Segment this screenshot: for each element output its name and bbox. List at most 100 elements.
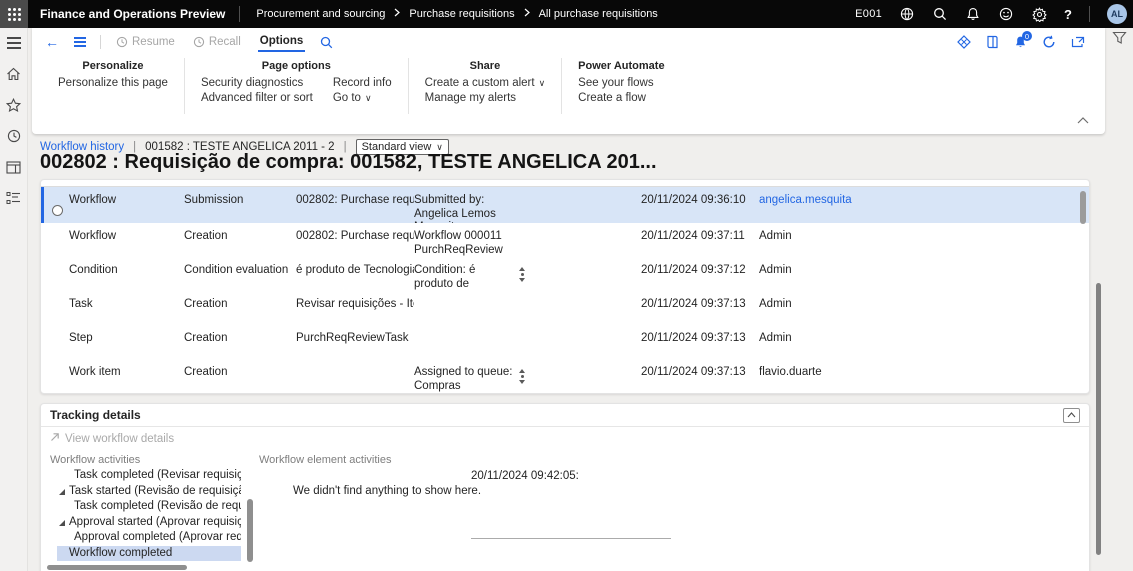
grid-scrollbar-thumb[interactable]: [1080, 191, 1086, 224]
table-row[interactable]: Step Creation PurchReqReviewTask 20/11/2…: [41, 325, 1089, 359]
nav-list-icon[interactable]: [68, 37, 92, 47]
notification-badge: 0: [1022, 31, 1032, 41]
help-icon[interactable]: ?: [1064, 7, 1072, 22]
tree-item[interactable]: Task completed (Revisar requisições - It…: [57, 468, 241, 484]
recall-label: Recall: [209, 36, 241, 48]
chevron-down-icon: ∨: [365, 93, 372, 104]
refresh-icon[interactable]: [1042, 35, 1056, 49]
detail-scroll-control[interactable]: [519, 369, 525, 384]
grid-scrollbar[interactable]: [1080, 189, 1086, 387]
settings-gear-icon[interactable]: [1031, 6, 1047, 22]
ribbon-group-personalize: Personalize Personalize this page: [42, 58, 185, 114]
cell-date: 20/11/2024 09:37:11: [641, 223, 759, 257]
command-search-icon[interactable]: [315, 36, 338, 49]
home-icon[interactable]: [6, 66, 22, 82]
tree-scrollbar-vertical[interactable]: [247, 499, 253, 562]
divider: [1089, 6, 1090, 22]
see-your-flows-button[interactable]: See your flows: [578, 77, 653, 89]
workflow-activities-label: Workflow activities: [50, 454, 140, 466]
chevron-right-icon: [524, 8, 530, 20]
tab-options[interactable]: Options: [252, 30, 311, 54]
cell-name: 002802: Purchase requisiti...: [296, 187, 414, 223]
cell-date: 20/11/2024 09:37:12: [641, 257, 759, 291]
tracking-details-panel: Tracking details View workflow details W…: [40, 403, 1090, 571]
go-to-button[interactable]: Go to ∨: [333, 92, 392, 104]
cell-name: 002802: Purchase requisiti...: [296, 223, 414, 257]
cell-action: Submission: [184, 187, 296, 223]
tree-expander-icon[interactable]: [59, 520, 65, 526]
tree-item[interactable]: Task started (Revisão de requisição de c…: [57, 484, 241, 500]
page-title: 002802 : Requisição de compra: 001582, T…: [40, 151, 657, 174]
personalize-this-page-button[interactable]: Personalize this page: [58, 77, 168, 89]
power-apps-icon[interactable]: [957, 35, 971, 49]
pane-utility-icons: 0: [957, 35, 1085, 49]
ribbon-group-page-options: Page options Security diagnostics Advanc…: [185, 58, 409, 114]
cell-details: Assigned to queue: Compras Consumo. Due: [414, 366, 513, 393]
message-bell-icon[interactable]: 0: [1014, 35, 1027, 49]
advanced-filter-button[interactable]: Advanced filter or sort: [201, 92, 313, 104]
clipped-row: [41, 180, 1089, 187]
resume-button[interactable]: Resume: [109, 36, 182, 48]
collapse-pane-chevron-icon[interactable]: [1077, 111, 1089, 129]
cell-date: 20/11/2024 09:36:10: [641, 187, 759, 223]
tree-item-selected[interactable]: Workflow completed: [57, 546, 241, 562]
create-a-flow-button[interactable]: Create a flow: [578, 92, 653, 104]
table-row[interactable]: Workflow Creation 002802: Purchase requi…: [41, 223, 1089, 257]
recall-icon: [193, 36, 205, 48]
back-arrow-button[interactable]: ←: [40, 34, 64, 50]
feedback-smiley-icon[interactable]: [998, 6, 1014, 22]
search-icon[interactable]: [932, 6, 948, 22]
app-launcher-button[interactable]: [0, 0, 28, 28]
create-custom-alert-button[interactable]: Create a custom alert∨: [425, 77, 546, 89]
table-row[interactable]: Workflow Submission 002802: Purchase req…: [41, 187, 1089, 223]
cell-user: Admin: [759, 291, 1089, 325]
view-workflow-details-link[interactable]: View workflow details: [50, 432, 174, 445]
chevron-down-icon: ∨: [539, 78, 546, 89]
user-avatar[interactable]: AL: [1107, 4, 1127, 24]
breadcrumb-item[interactable]: All purchase requisitions: [539, 8, 658, 20]
task-guide-book-icon[interactable]: [986, 35, 999, 49]
app-title[interactable]: Finance and Operations Preview: [40, 7, 225, 21]
modules-list-icon[interactable]: [6, 190, 22, 206]
tree-scrollbar-horizontal[interactable]: [47, 565, 187, 570]
open-new-window-icon[interactable]: [1071, 36, 1085, 48]
breadcrumb-item[interactable]: Procurement and sourcing: [256, 8, 385, 20]
breadcrumb-item[interactable]: Purchase requisitions: [409, 8, 514, 20]
company-globe-icon[interactable]: [899, 6, 915, 22]
command-bar: ← Resume Recall Options: [32, 28, 1105, 56]
tree-item[interactable]: Task completed (Revisão de requisição de…: [57, 499, 241, 515]
divider: [100, 35, 101, 49]
notifications-bell-icon[interactable]: [965, 6, 981, 22]
environment-label[interactable]: E001: [855, 8, 882, 20]
tree-item[interactable]: Approval started (Aprovar requisições de…: [57, 515, 241, 531]
detail-scroll-control[interactable]: [519, 267, 525, 282]
manage-my-alerts-button[interactable]: Manage my alerts: [425, 92, 546, 104]
workspace-window-icon[interactable]: [6, 159, 22, 175]
go-to-label: Go to: [333, 92, 361, 104]
table-row[interactable]: Condition Condition evaluation é produto…: [41, 257, 1089, 291]
security-diagnostics-button[interactable]: Security diagnostics: [201, 77, 313, 89]
breadcrumb: Procurement and sourcing Purchase requis…: [256, 8, 657, 20]
tree-item[interactable]: Approval completed (Aprovar requisições …: [57, 530, 241, 546]
tree-expander-icon[interactable]: [59, 489, 65, 495]
cell-user-link[interactable]: angelica.mesquita: [759, 187, 1089, 223]
group-title: Share: [425, 60, 546, 72]
element-activity-date: 20/11/2024 09:42:05:: [471, 470, 579, 482]
table-row[interactable]: Task Creation Revisar requisições - Iten…: [41, 291, 1089, 325]
cell-user: Admin: [759, 325, 1089, 359]
favorites-star-icon[interactable]: [6, 97, 22, 113]
row-radio[interactable]: [52, 205, 63, 216]
table-row[interactable]: Work item Creation Assigned to queue: Co…: [41, 359, 1089, 393]
cell-name: Revisar requisições - Itens...: [296, 291, 414, 325]
record-info-button[interactable]: Record info: [333, 77, 392, 89]
page-scrollbar-thumb[interactable]: [1096, 283, 1101, 555]
recent-clock-icon[interactable]: [6, 128, 22, 144]
cell-date: 20/11/2024 09:37:13: [641, 325, 759, 359]
cell-date: 20/11/2024 09:37:13: [641, 291, 759, 325]
filter-funnel-icon[interactable]: [1112, 31, 1127, 50]
recall-button[interactable]: Recall: [186, 36, 248, 48]
cell-action: Creation: [184, 223, 296, 257]
expand-menu-icon[interactable]: [6, 35, 22, 51]
collapse-section-button[interactable]: [1063, 408, 1080, 423]
open-arrow-icon: [50, 432, 60, 445]
